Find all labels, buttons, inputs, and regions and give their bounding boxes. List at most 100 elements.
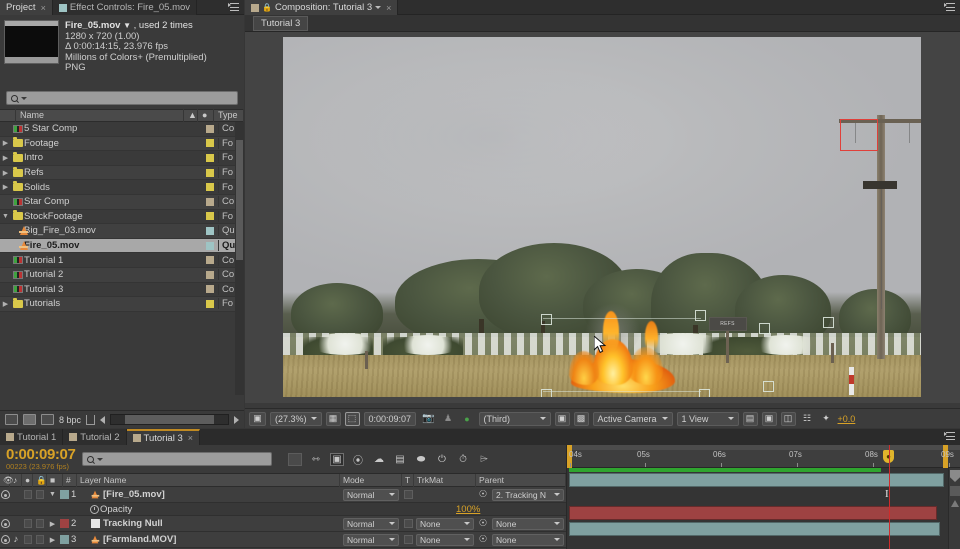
view-layout-dropdown[interactable]: 1 View <box>676 411 739 426</box>
disclosure-triangle[interactable]: ▶ <box>0 300 11 308</box>
selection-handle[interactable] <box>758 322 770 334</box>
selection-handle[interactable] <box>762 380 774 392</box>
label-swatch[interactable] <box>58 487 71 503</box>
take-snapshot-icon[interactable]: 📷 <box>420 412 436 426</box>
current-time-field[interactable]: 0:00:09:07 <box>363 411 417 426</box>
toggle-grid-icon[interactable]: ▦ <box>325 411 341 426</box>
disclosure-triangle[interactable]: ▶ <box>47 516 58 532</box>
hide-shy-layers-icon[interactable]: ▣ <box>330 452 344 466</box>
live-update-icon[interactable] <box>288 452 302 466</box>
list-item[interactable]: ▶ Tutorials Fo <box>0 297 244 312</box>
show-channel-icon[interactable]: ● <box>460 412 475 426</box>
selection-bounding-box[interactable] <box>542 317 701 392</box>
region-of-interest-icon[interactable]: ⬚ <box>344 411 360 426</box>
parent-dropdown[interactable]: None <box>492 533 564 546</box>
tab-tutorial-1[interactable]: Tutorial 1 <box>0 429 64 445</box>
solo-icon[interactable]: ● <box>22 473 33 487</box>
resolution-dropdown[interactable]: (Third) <box>478 411 551 426</box>
timeline-vertical-scrollbar[interactable] <box>948 468 960 549</box>
column-header-index[interactable]: # <box>63 473 77 487</box>
label-swatch[interactable] <box>202 168 218 177</box>
solo-toggle[interactable] <box>22 487 33 503</box>
chevron-down-icon[interactable] <box>375 6 382 9</box>
track-matte-dropdown[interactable]: None <box>416 517 474 530</box>
time-ruler[interactable]: 04s 05s 06s 07s 08s 09s ● <box>567 445 960 468</box>
camera-view-dropdown[interactable]: Active Camera <box>592 411 673 426</box>
column-header-name[interactable]: Name <box>16 109 184 122</box>
disclosure-triangle[interactable]: ▶ <box>47 532 58 548</box>
chevron-down-icon[interactable] <box>21 96 27 100</box>
audio-icon[interactable] <box>10 516 22 532</box>
column-header-parent[interactable]: Parent <box>476 473 566 487</box>
panel-menu-icon[interactable] <box>944 3 955 12</box>
label-swatch[interactable] <box>202 197 218 206</box>
blend-mode-dropdown[interactable]: Normal <box>343 517 399 530</box>
list-item[interactable]: Big_Fire_03.mov Qu <box>0 224 244 239</box>
label-swatch[interactable] <box>202 241 218 250</box>
table-row[interactable]: ▶ 2 Tracking Null Normal None ☉ None <box>0 516 566 532</box>
exposure-value[interactable]: +0.0 <box>838 414 856 424</box>
composition-viewport[interactable]: REFS <box>245 32 960 403</box>
lock-toggle[interactable] <box>33 487 47 503</box>
disclosure-triangle[interactable]: ▼ <box>47 487 58 503</box>
horizontal-scrollbar[interactable] <box>110 414 229 425</box>
property-value[interactable]: 100% <box>456 504 566 515</box>
disclosure-triangle[interactable]: ▼ <box>0 213 11 220</box>
column-header-type[interactable]: Type <box>214 109 244 122</box>
timeline-timecode[interactable]: 0:00:09:07 00223 (23.976 fps) <box>0 447 82 471</box>
label-swatch[interactable] <box>202 270 218 279</box>
layer-track-area[interactable]: I <box>567 445 960 549</box>
search-input[interactable] <box>6 91 238 105</box>
label-swatch[interactable] <box>202 153 218 162</box>
panel-menu-icon[interactable] <box>228 3 239 12</box>
tab-project[interactable]: Project × <box>0 0 53 15</box>
list-item[interactable]: Star Comp Co <box>0 194 244 210</box>
label-icon[interactable]: ■ <box>47 473 63 487</box>
label-swatch[interactable] <box>202 226 218 235</box>
blend-mode-dropdown[interactable]: Normal <box>343 533 399 546</box>
solo-toggle[interactable] <box>22 532 33 548</box>
close-icon[interactable]: × <box>386 3 391 13</box>
sort-ascending-icon[interactable]: ▲ <box>184 109 198 122</box>
toggle-rulers-icon[interactable]: ▣ <box>761 411 777 426</box>
label-swatch[interactable] <box>58 516 71 532</box>
label-swatch[interactable] <box>202 285 218 294</box>
lock-toggle[interactable] <box>33 516 47 532</box>
tab-tutorial-2[interactable]: Tutorial 2 <box>63 429 127 445</box>
brainstorm-icon[interactable]: ⬬ <box>414 453 428 466</box>
lock-icon[interactable]: 🔒 <box>262 3 272 12</box>
preserve-transparency-toggle[interactable] <box>402 487 414 503</box>
project-settings-icon[interactable] <box>41 414 54 425</box>
tracker-box[interactable] <box>839 118 878 151</box>
parent-pickwhip-icon[interactable]: ☉ <box>476 487 490 503</box>
auto-keyframe-icon[interactable]: ⏻ <box>435 453 449 466</box>
preserve-transparency-toggle[interactable] <box>402 532 414 548</box>
bit-depth-label[interactable]: 8 bpc <box>59 415 81 425</box>
trash-icon[interactable] <box>86 414 96 425</box>
list-item[interactable]: Tutorial 3 Co <box>0 282 244 298</box>
current-time-indicator[interactable] <box>889 445 890 549</box>
column-header-mode[interactable]: Mode <box>340 473 402 487</box>
column-header-t[interactable]: T <box>402 473 414 487</box>
close-icon[interactable]: × <box>41 3 46 13</box>
label-swatch[interactable] <box>202 124 218 133</box>
tab-tutorial-3[interactable]: Tutorial 3 × <box>126 429 201 445</box>
magnification-dropdown[interactable]: (27.3%) <box>270 411 322 426</box>
disclosure-triangle[interactable]: ▶ <box>0 139 11 147</box>
property-row-opacity[interactable]: Opacity 100% <box>0 503 566 516</box>
stopwatch-icon[interactable]: ⏱ <box>456 453 470 466</box>
project-list-scrollbar[interactable] <box>235 122 244 395</box>
lock-toggle[interactable] <box>33 532 47 548</box>
comp-flowchart-icon[interactable]: ☷ <box>800 412 815 426</box>
toggle-transparency-grid-icon[interactable]: ▩ <box>573 411 589 426</box>
track-matte-cell[interactable] <box>414 487 476 503</box>
new-folder-icon[interactable] <box>23 414 36 425</box>
audio-icon[interactable]: ♪ <box>10 532 22 548</box>
eye-icon[interactable]: 👁 <box>0 473 14 487</box>
subtab-tutorial-3[interactable]: Tutorial 3 <box>253 15 309 31</box>
table-row[interactable]: ▼ 1 [Fire_05.mov] Normal ☉ 2. Tracking N <box>0 487 566 503</box>
toggle-guides-icon[interactable]: ▤ <box>742 411 758 426</box>
track-matte-dropdown[interactable]: None <box>416 533 474 546</box>
parent-pickwhip-icon[interactable]: ☉ <box>476 532 490 548</box>
scroll-right-icon[interactable] <box>234 415 239 424</box>
